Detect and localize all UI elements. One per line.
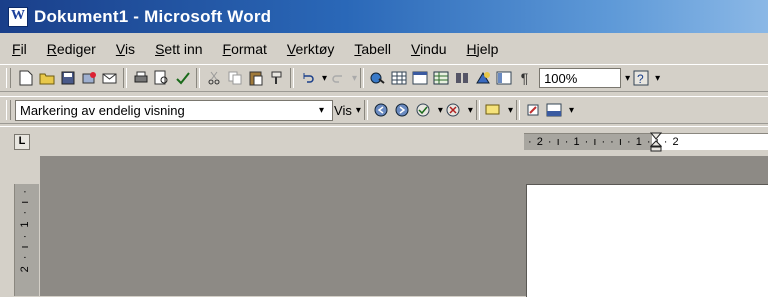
display-dropdown-icon[interactable]: ▾ bbox=[319, 105, 324, 116]
toolbar-separator bbox=[475, 100, 480, 120]
toolbar-separator bbox=[123, 68, 127, 88]
insert-comment-icon[interactable] bbox=[484, 101, 503, 120]
accept-dropdown-icon[interactable]: ▾ bbox=[438, 105, 443, 116]
vertical-ruler[interactable]: 2 · ı · 1 · ı · bbox=[14, 184, 39, 296]
spelling-icon[interactable] bbox=[173, 69, 192, 88]
reject-dropdown-icon[interactable]: ▾ bbox=[468, 105, 473, 116]
print-preview-icon[interactable] bbox=[152, 69, 171, 88]
menu-vis[interactable]: Vis bbox=[114, 40, 137, 58]
paste-icon[interactable] bbox=[246, 69, 265, 88]
hyperlink-icon[interactable] bbox=[368, 69, 387, 88]
zoom-combo[interactable]: 100% bbox=[539, 68, 622, 88]
copy-icon[interactable] bbox=[225, 69, 244, 88]
reviewing-pane-dropdown-icon[interactable]: ▾ bbox=[569, 105, 574, 116]
tab-selector[interactable]: L bbox=[14, 134, 30, 150]
toolbar-options-icon[interactable]: ▾ bbox=[655, 73, 660, 84]
email-icon[interactable] bbox=[100, 69, 119, 88]
menu-vindu[interactable]: Vindu bbox=[409, 40, 449, 58]
toolbar-separator bbox=[290, 68, 294, 88]
indent-marker-icon[interactable] bbox=[649, 132, 663, 152]
previous-change-icon[interactable] bbox=[372, 101, 391, 120]
columns-icon[interactable] bbox=[452, 69, 471, 88]
open-folder-icon[interactable] bbox=[37, 69, 56, 88]
next-change-icon[interactable] bbox=[393, 101, 412, 120]
toolbar-grip[interactable] bbox=[6, 100, 11, 120]
menu-sett-inn[interactable]: Sett inn bbox=[153, 40, 204, 58]
undo-dropdown-icon[interactable]: ▾ bbox=[322, 73, 327, 84]
comment-dropdown-icon[interactable]: ▾ bbox=[508, 105, 513, 116]
cut-icon[interactable] bbox=[204, 69, 223, 88]
vertical-ruler-ticks: 2 · ı · 1 · ı · bbox=[19, 188, 31, 273]
toolbar-separator bbox=[360, 68, 365, 88]
help-icon[interactable]: ? bbox=[631, 69, 650, 88]
horizontal-ruler[interactable]: · 2 · ı · 1 · ı · · ı · 1 · ı · 2 bbox=[524, 132, 768, 152]
window-title: Dokument1 - Microsoft Word bbox=[34, 6, 272, 26]
word-icon[interactable] bbox=[8, 6, 28, 27]
reviewing-toolbar: Markering av endelig visning ▾ Vis ▾ ▾ ▾… bbox=[0, 96, 768, 124]
format-painter-icon[interactable] bbox=[267, 69, 286, 88]
document-page[interactable] bbox=[526, 184, 768, 297]
new-document-icon[interactable] bbox=[16, 69, 35, 88]
show-dropdown-icon[interactable]: ▾ bbox=[356, 105, 361, 116]
accept-change-icon[interactable] bbox=[414, 101, 433, 120]
menu-verktoy[interactable]: Verktøy bbox=[285, 40, 336, 58]
drawing-icon[interactable] bbox=[473, 69, 492, 88]
ruler-row: L · 2 · ı · 1 · ı · · ı · 1 · ı · 2 bbox=[0, 126, 768, 155]
zoom-dropdown-icon[interactable]: ▾ bbox=[625, 73, 630, 84]
menu-fil[interactable]: Fil bbox=[10, 40, 29, 58]
show-hide-icon[interactable]: ¶ bbox=[515, 69, 534, 88]
print-icon[interactable] bbox=[131, 69, 150, 88]
title-bar: Dokument1 - Microsoft Word bbox=[0, 0, 768, 33]
menu-bar: Fil Rediger Vis Sett inn Format Verktøy … bbox=[0, 36, 768, 62]
reviewing-pane-icon[interactable] bbox=[545, 101, 564, 120]
toolbar-separator bbox=[363, 100, 368, 120]
reject-change-icon[interactable] bbox=[444, 101, 463, 120]
insert-excel-icon[interactable] bbox=[431, 69, 450, 88]
svg-text:?: ? bbox=[637, 72, 644, 86]
track-changes-icon[interactable] bbox=[524, 101, 543, 120]
permission-icon[interactable] bbox=[79, 69, 98, 88]
standard-toolbar: ▾ ▾ ¶ 100% ▾ ? ▾ bbox=[0, 64, 768, 92]
tables-borders-icon[interactable] bbox=[389, 69, 408, 88]
menu-format[interactable]: Format bbox=[221, 40, 269, 58]
insert-table-icon[interactable] bbox=[410, 69, 429, 88]
save-icon[interactable] bbox=[58, 69, 77, 88]
document-map-icon[interactable] bbox=[494, 69, 513, 88]
menu-hjelp[interactable]: Hjelp bbox=[465, 40, 501, 58]
undo-icon[interactable] bbox=[298, 69, 317, 88]
redo-icon[interactable] bbox=[328, 69, 347, 88]
menu-tabell[interactable]: Tabell bbox=[352, 40, 393, 58]
toolbar-separator bbox=[515, 100, 520, 120]
document-workspace bbox=[40, 156, 768, 297]
menu-rediger[interactable]: Rediger bbox=[45, 40, 98, 58]
toolbar-grip[interactable] bbox=[6, 68, 11, 88]
toolbar-separator bbox=[196, 68, 200, 88]
show-button[interactable]: Vis bbox=[334, 103, 352, 118]
redo-dropdown-icon[interactable]: ▾ bbox=[352, 73, 357, 84]
display-for-review-combo[interactable]: Markering av endelig visning bbox=[15, 99, 333, 121]
